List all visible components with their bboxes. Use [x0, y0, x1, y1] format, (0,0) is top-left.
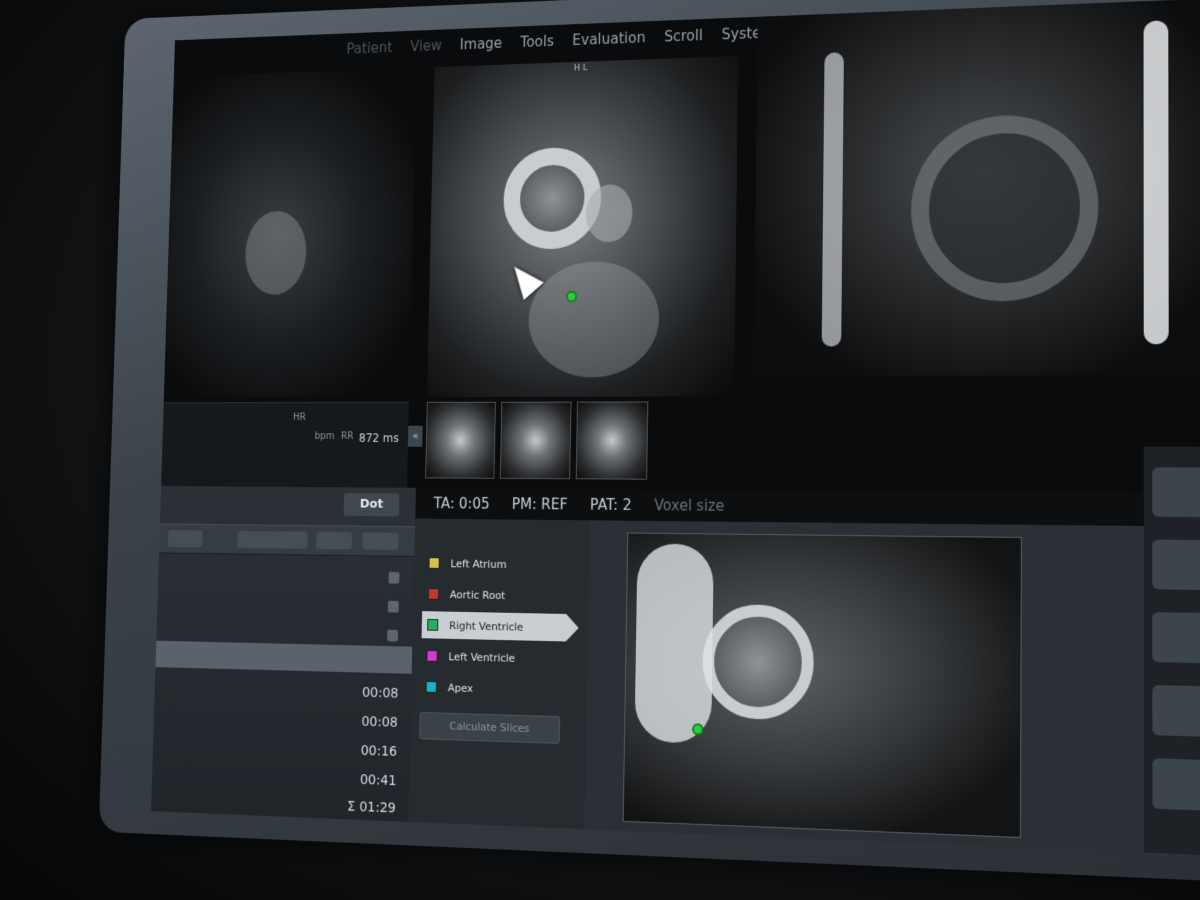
structure-left-ventricle[interactable]: Left Ventricle: [421, 642, 579, 673]
status-icon: [387, 629, 399, 642]
menu-patient[interactable]: Patient: [346, 39, 392, 57]
viewport-left[interactable]: [163, 67, 417, 398]
status-voxel: Voxel size: [654, 496, 725, 515]
list-item-selected[interactable]: [155, 640, 413, 674]
rr-label: RR: [340, 431, 354, 442]
protocol-panel: Dot 00:08 00:08 00:16 00:41 Σ 01:29: [150, 486, 416, 822]
calculate-slices-button[interactable]: Calculate Slices: [419, 711, 561, 744]
preview-panel: [584, 520, 1200, 856]
laptop-bezel: Patient View Image Tools Evaluation Scro…: [98, 0, 1200, 883]
timer-value: 00:16: [360, 743, 398, 760]
structure-label: Right Ventricle: [449, 619, 524, 634]
tool-tile[interactable]: [1152, 539, 1200, 591]
right-ventricle-shape: [585, 184, 633, 243]
total-time: Σ 01:29: [347, 798, 396, 817]
menu-scroll[interactable]: Scroll: [664, 27, 703, 46]
preview-image[interactable]: [622, 532, 1022, 839]
rr-value: 872 ms: [358, 431, 399, 445]
status-pat: PAT: 2: [589, 495, 632, 514]
structure-aortic-root[interactable]: Aortic Root: [422, 580, 579, 610]
menu-view[interactable]: View: [410, 37, 442, 55]
status-icon: [388, 571, 400, 584]
structure-left-atrium[interactable]: Left Atrium: [423, 549, 580, 579]
checkbox-icon[interactable]: [425, 680, 437, 693]
tool-tile[interactable]: [1152, 684, 1200, 737]
status-pm: PM: REF: [511, 495, 568, 514]
list-item[interactable]: [157, 591, 413, 623]
ecg-panel: HR bpm RR 872 ms: [161, 401, 409, 489]
tool-tile[interactable]: [1152, 467, 1200, 518]
heart-ring-blurred: [910, 112, 1099, 303]
menu-evaluation[interactable]: Evaluation: [572, 29, 645, 49]
structure-right-ventricle[interactable]: Right Ventricle: [422, 611, 579, 642]
menu-tools[interactable]: Tools: [520, 33, 554, 51]
structures-panel: Left Atrium Aortic Root Right Ventricle …: [408, 518, 590, 830]
thumbnail-2[interactable]: [499, 401, 572, 480]
timer-value: 00:08: [361, 714, 398, 731]
chest-wall-shape-left: [821, 52, 844, 347]
timer-value: 00:41: [359, 772, 397, 790]
structure-apex[interactable]: Apex: [420, 673, 578, 705]
structure-label: Apex: [447, 681, 474, 695]
checkbox-icon[interactable]: [427, 619, 438, 631]
liver-shape: [527, 260, 660, 378]
confirm-button[interactable]: [362, 532, 399, 551]
tool-tile[interactable]: [1152, 758, 1200, 811]
thumbnail-1[interactable]: [425, 401, 496, 479]
viewport-center[interactable]: [426, 55, 739, 398]
left-ventricle-ring: [502, 146, 602, 250]
tool-button-1[interactable]: [167, 530, 203, 548]
dot-button[interactable]: Dot: [343, 493, 400, 517]
checkbox-icon[interactable]: [427, 588, 440, 600]
preview-chest-shape: [634, 543, 714, 744]
status-ta: TA: 0:05: [433, 494, 490, 513]
orientation-label: H L: [573, 63, 588, 74]
checkbox-icon[interactable]: [426, 649, 438, 662]
tool-tile[interactable]: [1152, 612, 1200, 664]
preview-landmark-dot[interactable]: [691, 723, 704, 736]
status-icon: [387, 600, 399, 613]
tool-button-3[interactable]: [271, 531, 308, 549]
structure-label: Aortic Root: [449, 588, 506, 603]
collapse-thumbnails-button[interactable]: «: [407, 425, 423, 447]
structure-label: Left Ventricle: [448, 650, 516, 665]
chest-wall-shape: [1143, 20, 1169, 345]
menu-image[interactable]: Image: [460, 35, 503, 53]
timer-value: 00:08: [361, 685, 399, 702]
thumbnail-3[interactable]: [575, 401, 649, 480]
preview-heart-ring: [701, 603, 815, 721]
bpm-unit: bpm: [314, 431, 335, 442]
structure-label: Left Atrium: [450, 557, 507, 571]
tool-button-2[interactable]: [236, 530, 273, 549]
viewport-right[interactable]: [753, 0, 1200, 377]
list-item[interactable]: [158, 563, 414, 594]
right-tool-strip: [1143, 446, 1200, 856]
checkbox-icon[interactable]: [428, 557, 440, 569]
thumbnail-strip: [425, 401, 649, 480]
delete-button[interactable]: [316, 531, 353, 550]
protocol-toolbar: [159, 523, 416, 557]
anatomy-shape: [244, 210, 308, 296]
app-screen: Patient View Image Tools Evaluation Scro…: [150, 0, 1200, 856]
hr-label: HR: [292, 412, 306, 423]
